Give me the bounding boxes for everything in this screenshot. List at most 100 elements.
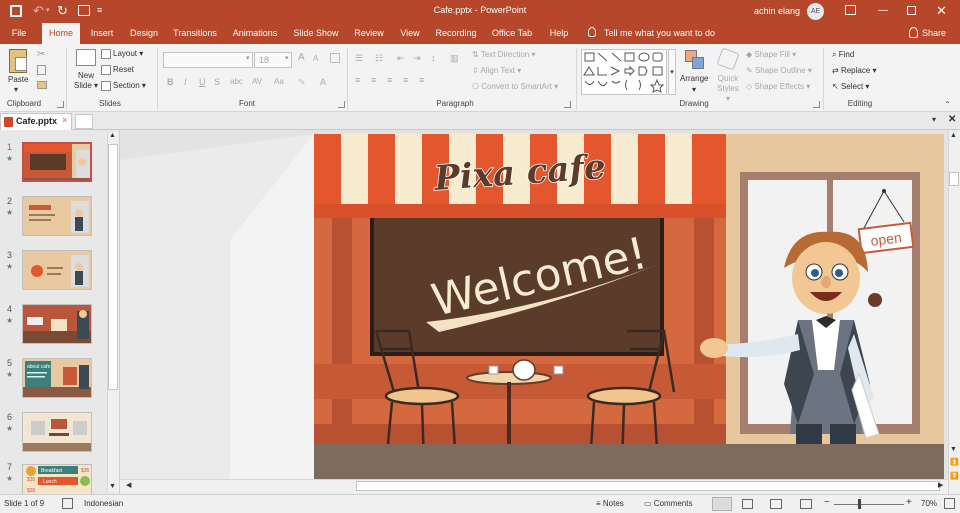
font-size-dropdown-icon[interactable]: ▾ [285,54,289,62]
zoom-slider[interactable] [834,504,904,505]
slide-thumbnail-3[interactable] [22,250,92,290]
language-indicator[interactable]: Indonesian [84,499,123,508]
quick-styles-button[interactable]: Quick Styles ▾ [714,74,742,104]
paste-button[interactable]: Paste [8,75,28,84]
numbering-icon[interactable]: ☷ [375,53,383,64]
slide-counter[interactable]: Slide 1 of 9 [4,499,44,508]
slide-thumbnail-7[interactable]: Breakfast $35 $35 Lunch $35 [22,464,92,494]
previous-slide-icon[interactable]: ⏫ [950,458,959,466]
shape-fill-button[interactable]: ◆ Shape Fill ▾ [746,50,796,59]
clear-formatting-icon[interactable] [330,53,340,63]
next-slide-icon[interactable]: ⏬ [950,472,959,480]
clipboard-launcher-icon[interactable] [57,101,64,108]
thumb-scroll-up-icon[interactable]: ▲ [109,132,116,139]
new-slide-icon[interactable] [76,49,96,66]
arrange-icon[interactable] [685,50,705,70]
tab-help[interactable]: Help [545,23,573,44]
drawing-launcher-icon[interactable] [813,101,820,108]
paragraph-launcher-icon[interactable] [564,101,571,108]
copy-icon[interactable] [37,65,46,75]
shapes-more-icon[interactable]: ▾ [668,49,676,95]
collapse-ribbon-icon[interactable]: ⌃ [944,100,951,109]
justify-icon[interactable]: ≡ [403,75,408,85]
tab-list-dropdown-icon[interactable]: ▾ [932,115,936,124]
section-button[interactable]: Section ▾ [101,81,146,91]
notes-button[interactable]: ≡ Notes [596,499,624,508]
tab-file[interactable]: File [4,23,34,44]
slide-thumbnail-4[interactable] [22,304,92,344]
quick-styles-icon[interactable] [716,47,740,71]
shape-outline-button[interactable]: ✎ Shape Outline ▾ [746,66,812,75]
character-spacing-icon[interactable]: AV [252,77,262,86]
arrange-button[interactable]: Arrange [680,74,708,83]
font-name-box[interactable] [163,52,253,68]
underline-icon[interactable]: U [199,77,206,87]
comments-button[interactable]: ▭ Comments [644,499,692,508]
convert-smartart-button[interactable]: ⎔ Convert to SmartArt ▾ [472,82,558,91]
highlight-icon[interactable]: ✎ [298,77,306,88]
distribute-icon[interactable]: ≡ [419,75,424,85]
shapes-gallery[interactable] [581,49,667,95]
slide-thumbnail-1[interactable] [22,142,92,182]
tab-home[interactable]: Home [42,23,80,44]
align-right-icon[interactable]: ≡ [387,75,392,85]
share-button[interactable]: Share [922,28,946,38]
bullets-icon[interactable]: ☰ [355,53,363,64]
align-text-button[interactable]: ⇳ Align Text ▾ [472,66,521,75]
increase-indent-icon[interactable]: ⇥ [413,53,421,64]
hscroll-right-icon[interactable]: ▶ [938,481,943,489]
tab-insert[interactable]: Insert [86,23,118,44]
decrease-indent-icon[interactable]: ⇤ [397,53,405,64]
tab-office-tab[interactable]: Office Tab [488,23,536,44]
paste-dropdown-icon[interactable]: ▾ [14,85,18,94]
tell-me-box[interactable]: Tell me what you want to do [604,28,715,38]
columns-icon[interactable]: ▥ [450,53,459,64]
slide-thumbnail-6[interactable] [22,412,92,452]
thumb-scroll-thumb[interactable] [108,144,118,390]
char-spacing-icon[interactable]: abc [230,77,243,86]
spelling-icon[interactable] [62,498,73,509]
zoom-out-icon[interactable]: − [824,497,830,508]
tab-animations[interactable]: Animations [229,23,281,44]
normal-view-icon[interactable] [712,497,732,511]
doc-tab-close-icon[interactable]: × [62,115,67,125]
shrink-font-icon[interactable]: A [313,54,318,63]
new-doc-tab-button[interactable] [75,114,93,129]
slide-thumbnail-2[interactable] [22,196,92,236]
tab-design[interactable]: Design [126,23,162,44]
zoom-in-icon[interactable]: + [906,497,912,508]
arrange-dropdown-icon[interactable]: ▾ [692,85,696,94]
hscroll-thumb[interactable] [356,481,940,491]
font-name-dropdown-icon[interactable]: ▾ [246,54,250,62]
user-name[interactable]: achin elang [754,6,800,16]
tab-recording[interactable]: Recording [432,23,480,44]
text-direction-button[interactable]: ⇅ Text Direction ▾ [472,50,536,59]
font-launcher-icon[interactable] [338,101,345,108]
doc-tab-cafe[interactable]: Cafe.pptx × [0,113,72,130]
find-button[interactable]: ⌕ Find [832,50,854,60]
align-left-icon[interactable]: ≡ [355,75,360,85]
strikethrough-icon[interactable]: S [214,77,220,87]
change-case-icon[interactable]: Aa [274,77,284,86]
avatar[interactable]: AE [807,3,824,20]
fit-slide-icon[interactable] [944,498,955,509]
slide-sorter-icon[interactable] [742,499,753,509]
shape-effects-button[interactable]: ◇ Shape Effects ▾ [746,82,810,91]
layout-button[interactable]: Layout ▾ [101,49,143,59]
format-painter-icon[interactable] [37,81,47,89]
slide-thumbnail-5[interactable]: about cafe [22,358,92,398]
bold-icon[interactable]: B [167,77,174,87]
tab-view[interactable]: View [396,23,424,44]
editor-scroll-up-icon[interactable]: ▲ [950,132,957,139]
grow-font-icon[interactable]: A [298,52,305,63]
tab-close-icon[interactable]: ✕ [948,114,956,125]
thumb-scroll-down-icon[interactable]: ▼ [109,483,116,490]
reset-button[interactable]: Reset [101,65,134,75]
new-slide-button[interactable]: New Slide ▾ [73,71,99,91]
replace-button[interactable]: ⇄ Replace ▾ [832,66,877,75]
editor-scroll-down-icon[interactable]: ▼ [950,446,957,453]
italic-icon[interactable]: I [184,77,187,87]
slide-1[interactable]: Pixa cafe Welcome! open [314,134,944,479]
ribbon-display-options-icon[interactable] [845,5,856,15]
tab-transitions[interactable]: Transitions [170,23,220,44]
